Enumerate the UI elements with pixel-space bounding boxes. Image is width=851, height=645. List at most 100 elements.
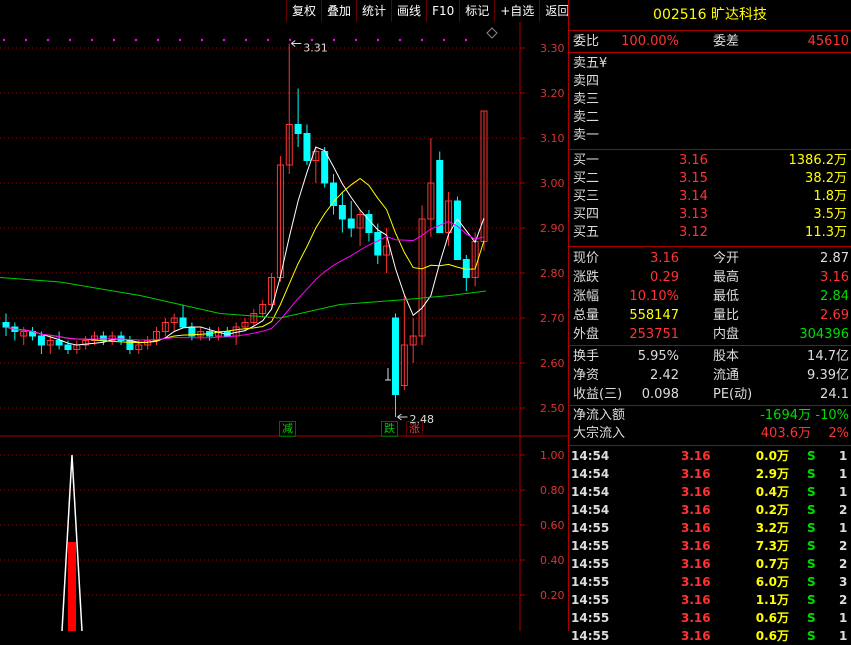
- tick-price: 3.16: [681, 539, 711, 553]
- stat-label: 今开: [713, 251, 740, 266]
- tick-direction: S: [807, 503, 816, 517]
- sell-label: 卖三: [573, 92, 600, 107]
- buy-price: 3.14: [679, 189, 708, 204]
- buy-volume: 11.3万: [805, 225, 847, 240]
- sell-row: 卖二: [569, 109, 851, 127]
- volume-axis-label: 1.00: [540, 449, 565, 462]
- sell-label: 卖四: [573, 74, 600, 89]
- tick-count: 1: [839, 449, 848, 463]
- sell-row: 卖三: [569, 91, 851, 109]
- price-axis-label: 2.90: [540, 222, 565, 235]
- stat-row: 换手 5.95% 股本 14.7亿: [569, 347, 851, 366]
- toolbar-btn-6[interactable]: +自选: [494, 0, 539, 22]
- tick-price: 3.16: [681, 467, 711, 481]
- stat-label: 涨跌: [573, 270, 600, 285]
- tick-time: 14:55: [571, 629, 610, 643]
- buy-row[interactable]: 买四 3.13 3.5万: [569, 206, 851, 224]
- price-axis-label: 2.60: [540, 357, 565, 370]
- stat-label: 内盘: [713, 327, 740, 342]
- stat-value: 2.84: [820, 289, 849, 304]
- signal-dot: [46, 38, 50, 42]
- stat-label: 总量: [573, 308, 600, 323]
- signal-dot: [464, 38, 468, 42]
- candle-body: [338, 205, 346, 220]
- tick-time: 14:55: [571, 611, 610, 625]
- tick-row: 14:55 3.16 0.6万 S 1: [569, 627, 851, 645]
- buy-label: 买三: [573, 189, 600, 204]
- buy-row[interactable]: 买二 3.15 38.2万: [569, 170, 851, 188]
- kline-panel[interactable]: 3.30 3.20 3.10 3.00 2.90 2.80 2.70 2.60 2.50 1.00…: [0, 0, 569, 631]
- signal-dot: [398, 38, 402, 42]
- tick-direction: S: [807, 557, 816, 571]
- tick-direction: S: [807, 467, 816, 481]
- flow-row: 大宗流入 403.6万 2%: [569, 425, 851, 443]
- toolbar-btn-3[interactable]: 画线: [391, 0, 426, 22]
- candle-body: [294, 124, 302, 134]
- price-axis-label: 2.80: [540, 267, 565, 280]
- flow-row: 净流入额 -1694万 -10%: [569, 407, 851, 425]
- stat-row: 涨跌 0.29 最高 3.16: [569, 268, 851, 287]
- tick-count: 2: [839, 557, 848, 571]
- flow-percent: -10%: [815, 408, 849, 423]
- tick-time: 14:55: [571, 557, 610, 571]
- signal-dot: [266, 38, 270, 42]
- tick-count: 1: [839, 521, 848, 535]
- tick-list[interactable]: 14:54 3.16 0.0万 S 1 14:54 3.16 2.9万 S 1 14:54 3.16 0…: [569, 446, 851, 645]
- signal-dot: [354, 38, 358, 42]
- tick-direction: S: [807, 485, 816, 499]
- tick-row: 14:55 3.16 1.1万 S 2: [569, 591, 851, 609]
- tick-row: 14:55 3.16 7.3万 S 2: [569, 537, 851, 555]
- weibi-row: 委比 100.00% 委差 45610: [569, 31, 851, 52]
- stock-title: 002516 旷达科技: [569, 0, 851, 31]
- candle-body: [303, 133, 311, 161]
- stat-value: 2.87: [820, 251, 849, 266]
- kline-chart[interactable]: 3.30 3.20 3.10 3.00 2.90 2.80 2.70 2.60 2.50 1.00…: [0, 0, 568, 631]
- tick-row: 14:55 3.16 0.7万 S 2: [569, 555, 851, 573]
- buy-row[interactable]: 买三 3.14 1.8万: [569, 188, 851, 206]
- stat-value: 10.10%: [629, 289, 679, 304]
- toolbar-btn-5[interactable]: 标记: [459, 0, 494, 22]
- stat-label: 量比: [713, 308, 740, 323]
- volume-spike-bar: [68, 542, 76, 631]
- tick-direction: S: [807, 593, 816, 607]
- signal-dot: [332, 38, 336, 42]
- buy-row[interactable]: 买一 3.16 1386.2万: [569, 152, 851, 170]
- stat-value: 304396: [799, 327, 849, 342]
- buy-label: 买一: [573, 153, 600, 168]
- stat-row: 总量 558147 量比 2.69: [569, 306, 851, 325]
- sell-label: 卖一: [573, 128, 600, 143]
- flow-percent: 2%: [828, 426, 849, 441]
- stat-value: 14.7亿: [807, 349, 849, 364]
- signal-dot: [112, 38, 116, 42]
- low-arrow: [397, 413, 408, 421]
- candle-body: [99, 335, 107, 341]
- tick-row: 14:54 3.16 2.9万 S 1: [569, 465, 851, 483]
- volume-axis-label: 0.60: [540, 519, 565, 532]
- toolbar-btn-0[interactable]: 复权: [286, 0, 321, 22]
- tick-volume: 3.2万: [755, 521, 789, 535]
- toolbar-btn-1[interactable]: 叠加: [321, 0, 356, 22]
- buy-volume: 38.2万: [805, 171, 847, 186]
- signal-dot: [156, 38, 160, 42]
- tick-count: 1: [839, 611, 848, 625]
- buy-row[interactable]: 买五 3.12 11.3万: [569, 224, 851, 242]
- buy-orderbook: 买一 3.16 1386.2万 买二 3.15 38.2万 买三 3.14 1.8万 买四 3.13…: [569, 150, 851, 246]
- buy-price: 3.12: [679, 225, 708, 240]
- tick-volume: 2.9万: [755, 467, 789, 481]
- stock-name: 旷达科技: [710, 7, 767, 23]
- flow-amount: 403.6万: [760, 426, 811, 441]
- signal-dot: [288, 38, 292, 42]
- stat-label: 收益(三): [573, 387, 623, 402]
- sell-row: 卖五¥: [569, 55, 851, 73]
- signal-dot: [200, 38, 204, 42]
- stat-value: 3.16: [820, 270, 849, 285]
- stat-label: 流通: [713, 368, 740, 383]
- toolbar-btn-4[interactable]: F10: [426, 0, 459, 22]
- stat-value: 558147: [629, 308, 679, 323]
- ma60-line: [0, 277, 487, 319]
- tick-time: 14:55: [571, 575, 610, 589]
- toolbar-btn-2[interactable]: 统计: [356, 0, 391, 22]
- chart-toolbar: 复权 叠加 统计 画线 F10 标记 +自选 返回: [286, 0, 574, 22]
- stat-label: 涨幅: [573, 289, 600, 304]
- tick-price: 3.16: [681, 575, 711, 589]
